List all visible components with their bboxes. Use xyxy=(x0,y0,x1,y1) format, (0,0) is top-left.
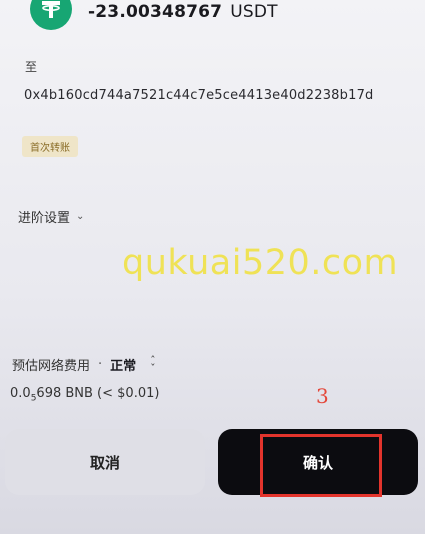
chevron-down-icon: ⌄ xyxy=(76,211,85,222)
advanced-settings-toggle[interactable]: 进阶设置 ⌄ xyxy=(18,207,84,226)
recipient-label: 至 xyxy=(25,60,38,74)
usdt-tether-icon xyxy=(30,0,72,30)
recipient-address: 0x4b160cd744a7521c44c7e5ce4413e40d2238b1… xyxy=(24,88,374,103)
watermark-text: qukuai520.com xyxy=(122,243,399,283)
network-fee-value: 0.05698 BNB (< $0.01) xyxy=(10,386,160,404)
fee-speed: 正常 xyxy=(110,359,137,374)
transaction-header: -23.00348767 USDT xyxy=(30,0,278,30)
cancel-button[interactable]: 取消 xyxy=(5,429,205,495)
network-fee-selector[interactable]: 预估网络费用 · 正常 ˆˇ xyxy=(12,353,156,375)
network-fee-label: 预估网络费用 xyxy=(12,359,91,374)
fee-separator: · xyxy=(98,357,103,372)
first-transfer-badge: 首次转账 xyxy=(22,136,78,157)
transfer-amount: -23.00348767 USDT xyxy=(88,2,278,22)
step-annotation-number: 3 xyxy=(316,384,329,408)
amount-unit: USDT xyxy=(230,2,278,22)
amount-value: -23.00348767 xyxy=(88,2,223,22)
confirm-button[interactable]: 确认 xyxy=(218,429,418,495)
advanced-settings-label: 进阶设置 xyxy=(18,211,71,226)
up-down-chevron-icon: ˆˇ xyxy=(150,353,156,375)
